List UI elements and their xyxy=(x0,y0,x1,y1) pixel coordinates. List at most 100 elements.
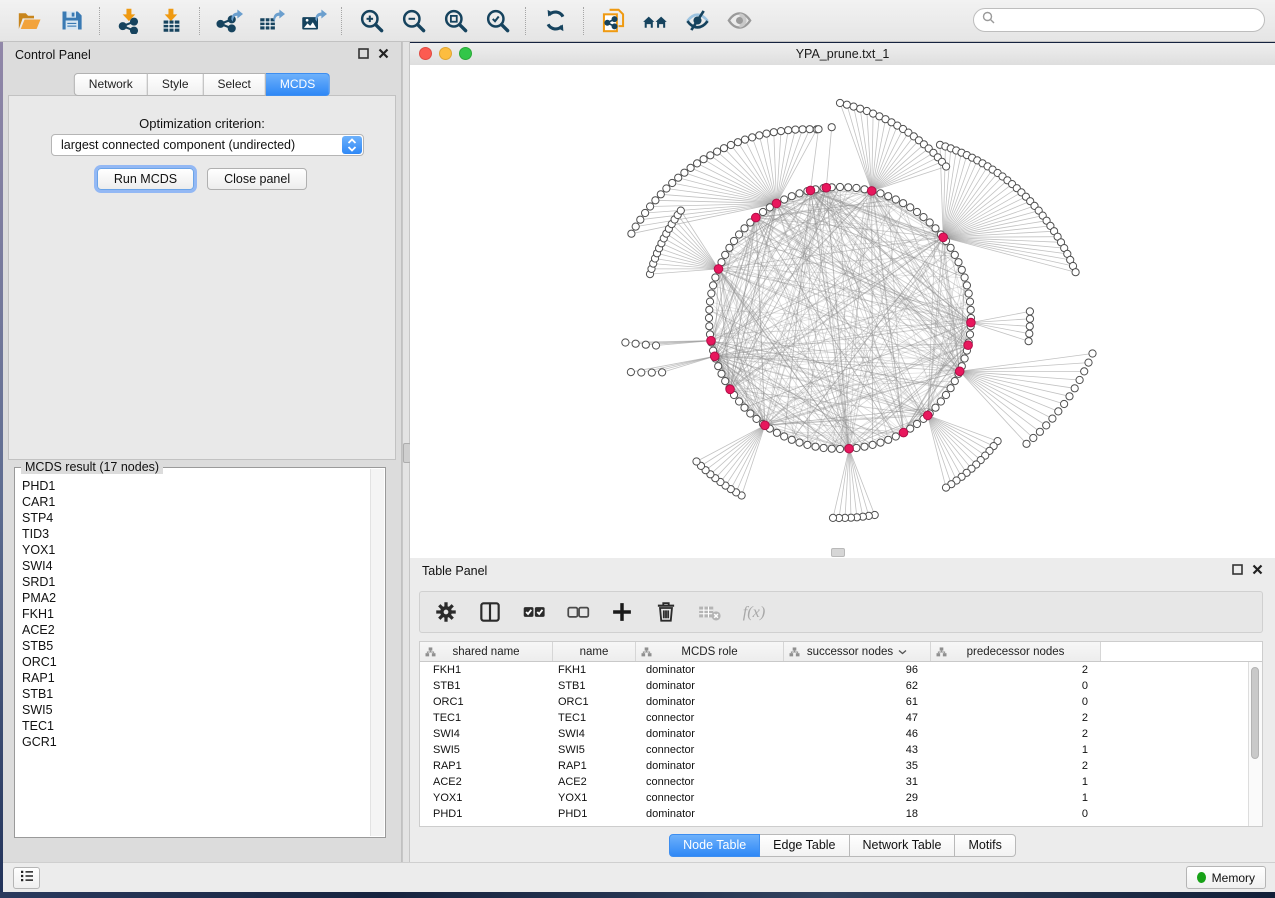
network-node[interactable] xyxy=(836,445,843,452)
zoom-fit-icon[interactable] xyxy=(440,6,470,36)
close-panel-icon[interactable] xyxy=(378,48,389,62)
network-hub-node[interactable] xyxy=(710,352,719,361)
network-hub-node[interactable] xyxy=(867,187,876,196)
network-node[interactable] xyxy=(730,237,737,244)
network-node[interactable] xyxy=(734,139,741,146)
mcds-result-item[interactable]: SWI4 xyxy=(22,558,367,574)
network-node[interactable] xyxy=(718,370,725,377)
float-panel-icon[interactable] xyxy=(1232,564,1243,578)
network-node[interactable] xyxy=(1081,368,1088,375)
network-node[interactable] xyxy=(749,134,756,141)
network-node[interactable] xyxy=(681,169,688,176)
export-network-icon[interactable] xyxy=(214,6,244,36)
network-hub-node[interactable] xyxy=(967,318,976,327)
network-node[interactable] xyxy=(1026,323,1033,330)
network-node[interactable] xyxy=(799,126,806,133)
network-node[interactable] xyxy=(836,183,843,190)
network-node[interactable] xyxy=(815,126,822,133)
network-node[interactable] xyxy=(937,398,944,405)
tab-select[interactable]: Select xyxy=(204,73,266,96)
network-hub-node[interactable] xyxy=(899,428,908,437)
network-node[interactable] xyxy=(720,145,727,152)
network-node[interactable] xyxy=(1072,269,1079,276)
table-row[interactable]: RAP1RAP1dominator352 xyxy=(420,758,1249,774)
deselect-all-icon[interactable] xyxy=(563,597,593,627)
network-node[interactable] xyxy=(648,369,655,376)
network-hub-node[interactable] xyxy=(822,183,831,192)
network-node[interactable] xyxy=(1076,376,1083,383)
network-node[interactable] xyxy=(942,484,949,491)
tab-node-table[interactable]: Node Table xyxy=(669,834,760,857)
network-node[interactable] xyxy=(850,103,857,110)
network-node[interactable] xyxy=(892,433,899,440)
network-canvas[interactable] xyxy=(410,65,1275,558)
network-node[interactable] xyxy=(642,209,649,216)
network-node[interactable] xyxy=(622,339,629,346)
network-node[interactable] xyxy=(900,200,907,207)
network-node[interactable] xyxy=(759,208,766,215)
table-row[interactable]: YOX1YOX1connector291 xyxy=(420,790,1249,806)
network-node[interactable] xyxy=(943,163,950,170)
table-row[interactable]: PHD1PHD1dominator180 xyxy=(420,806,1249,822)
network-node[interactable] xyxy=(853,444,860,451)
network-node[interactable] xyxy=(726,244,733,251)
network-node[interactable] xyxy=(885,193,892,200)
network-node[interactable] xyxy=(942,391,949,398)
table-scrollbar-thumb[interactable] xyxy=(1251,667,1259,759)
network-node[interactable] xyxy=(829,514,836,521)
network-node[interactable] xyxy=(663,185,670,192)
network-node[interactable] xyxy=(1023,440,1030,447)
search-input[interactable] xyxy=(1000,12,1264,28)
mcds-result-item[interactable]: TEC1 xyxy=(22,718,367,734)
network-node[interactable] xyxy=(932,225,939,232)
window-maximize-icon[interactable] xyxy=(459,47,472,60)
network-node[interactable] xyxy=(675,174,682,181)
network-node[interactable] xyxy=(951,378,958,385)
network-node[interactable] xyxy=(947,385,954,392)
network-node[interactable] xyxy=(756,132,763,139)
network-node[interactable] xyxy=(647,203,654,210)
network-node[interactable] xyxy=(669,179,676,186)
network-node[interactable] xyxy=(966,298,973,305)
network-node[interactable] xyxy=(828,445,835,452)
network-node[interactable] xyxy=(1036,428,1043,435)
run-mcds-button[interactable]: Run MCDS xyxy=(97,168,194,190)
network-node[interactable] xyxy=(628,230,635,237)
mcds-result-item[interactable]: PHD1 xyxy=(22,478,367,494)
zoom-in-icon[interactable] xyxy=(356,6,386,36)
network-node[interactable] xyxy=(632,340,639,347)
table-row[interactable]: ORC1ORC1dominator610 xyxy=(420,694,1249,710)
network-node[interactable] xyxy=(652,197,659,204)
network-node[interactable] xyxy=(700,156,707,163)
network-node[interactable] xyxy=(1030,434,1037,441)
select-all-icon[interactable] xyxy=(519,597,549,627)
network-node[interactable] xyxy=(1055,408,1062,415)
network-node[interactable] xyxy=(638,369,645,376)
tab-mcds[interactable]: MCDS xyxy=(266,73,330,96)
network-node[interactable] xyxy=(932,404,939,411)
apply-layout-icon[interactable] xyxy=(540,6,570,36)
network-hub-node[interactable] xyxy=(707,336,716,345)
horizontal-splitter-handle[interactable] xyxy=(831,548,845,557)
delete-icon[interactable] xyxy=(651,597,681,627)
network-node[interactable] xyxy=(788,193,795,200)
network-node[interactable] xyxy=(796,190,803,197)
tab-motifs[interactable]: Motifs xyxy=(955,834,1015,857)
network-node[interactable] xyxy=(722,251,729,258)
network-node[interactable] xyxy=(781,433,788,440)
network-node[interactable] xyxy=(892,196,899,203)
network-node[interactable] xyxy=(792,126,799,133)
add-column-icon[interactable] xyxy=(607,597,637,627)
network-hub-node[interactable] xyxy=(714,265,723,274)
zoom-out-icon[interactable] xyxy=(398,6,428,36)
close-panel-button[interactable]: Close panel xyxy=(207,168,307,190)
network-node[interactable] xyxy=(1066,393,1073,400)
network-node[interactable] xyxy=(907,204,914,211)
network-hub-node[interactable] xyxy=(964,341,973,350)
network-hub-node[interactable] xyxy=(939,233,948,242)
export-table-icon[interactable] xyxy=(256,6,286,36)
network-node[interactable] xyxy=(707,152,714,159)
network-node[interactable] xyxy=(951,251,958,258)
mcds-result-item[interactable]: RAP1 xyxy=(22,670,367,686)
save-session-icon[interactable] xyxy=(56,6,86,36)
